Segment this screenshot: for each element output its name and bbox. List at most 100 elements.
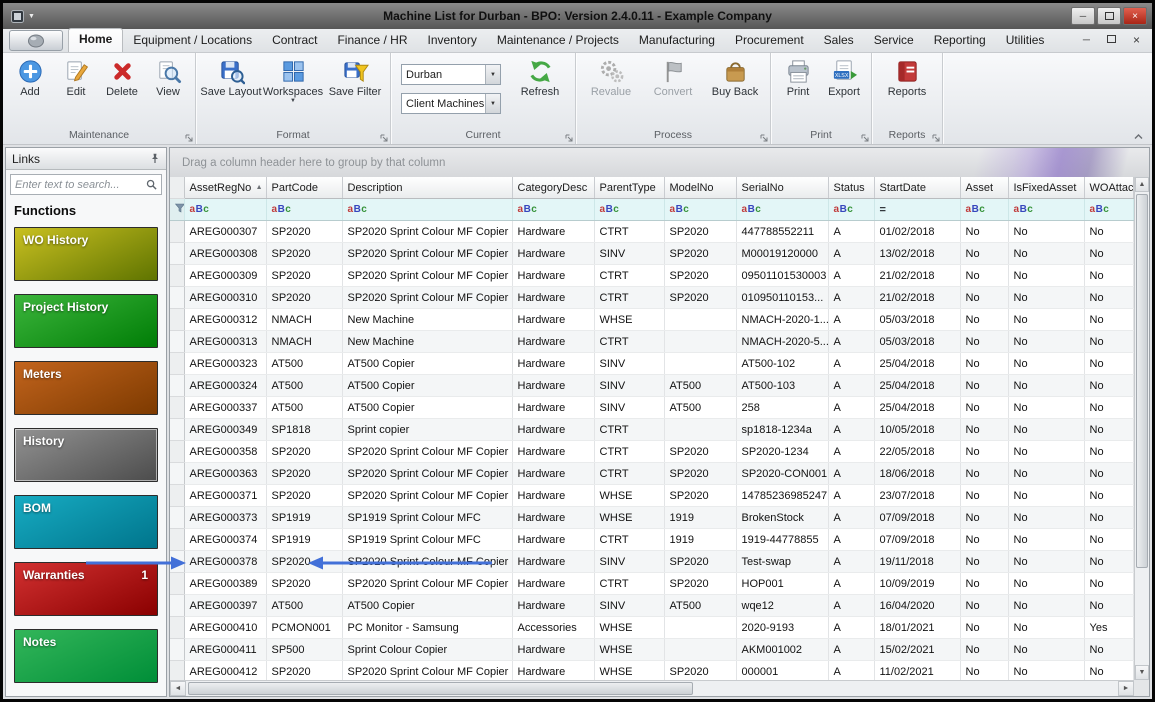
table-row[interactable]: AREG000337 AT500 AT500 Copier Hardware SINV A… [170,396,1134,419]
function-button-meters[interactable]: Meters [14,361,158,415]
delete-button[interactable]: Delete [99,57,145,127]
table-row[interactable]: AREG000363 SP2020 SP2020 Sprint Colour MF … [170,462,1134,485]
tab-inventory[interactable]: Inventory [417,30,486,52]
tab-contract[interactable]: Contract [262,30,327,52]
save-filter-button[interactable]: Save Filter [324,57,386,127]
print-dialog-launcher[interactable] [861,134,869,142]
maintenance-dialog-launcher[interactable] [185,134,193,142]
filter-cell-categorydesc[interactable]: aBc [512,198,595,221]
tab-maintenance-projects[interactable]: Maintenance / Projects [487,30,629,52]
site-combobox[interactable]: Durban ▼ [401,64,501,85]
search-input[interactable] [11,178,146,191]
table-row[interactable]: AREG000374 SP1919 SP1919 Sprint Colour MFC… [170,528,1134,551]
tab-reporting[interactable]: Reporting [924,30,996,52]
table-row[interactable]: AREG000309 SP2020 SP2020 Sprint Colour MF … [170,264,1134,287]
buy-back-button[interactable]: Buy Back [704,57,766,127]
table-row[interactable]: AREG000310 SP2020 SP2020 Sprint Colour MF … [170,286,1134,309]
filter-cell-description[interactable]: aBc [342,198,513,221]
save-layout-button[interactable]: Save Layout [200,57,262,127]
print-button[interactable]: Print [775,57,821,127]
column-header-serialno[interactable]: SerialNo [736,177,829,199]
column-header-modelno[interactable]: ModelNo [664,177,737,199]
search-icon[interactable] [146,179,157,190]
table-row[interactable]: AREG000307 SP2020 SP2020 Sprint Colour MF … [170,220,1134,243]
table-row[interactable]: AREG000324 AT500 AT500 Copier Hardware SINV A… [170,374,1134,397]
table-row[interactable]: AREG000410 PCMON001 PC Monitor - Samsung Ac… [170,616,1134,639]
table-row[interactable]: AREG000411 SP500 Sprint Colour Copier Hardw… [170,638,1134,661]
filter-cell-isfixedasset[interactable]: aBc [1008,198,1085,221]
group-by-panel[interactable]: Drag a column header here to group by th… [170,148,1149,178]
machine-filter-combobox[interactable]: Client Machines ▼ [401,93,501,114]
horizontal-scrollbar[interactable]: ◄ ► [170,680,1134,696]
table-row[interactable]: AREG000358 SP2020 SP2020 Sprint Colour MF … [170,440,1134,463]
table-row[interactable]: AREG000373 SP1919 SP1919 Sprint Colour MFC… [170,506,1134,529]
reports-button[interactable]: Reports [876,57,938,127]
tab-equipment-locations[interactable]: Equipment / Locations [123,30,262,52]
scroll-left-icon[interactable]: ◄ [170,681,186,696]
view-button[interactable]: View [145,57,191,127]
function-button-project-history[interactable]: Project History [14,294,158,348]
pin-icon[interactable] [150,153,160,164]
minimize-window-button[interactable]: ─ [1083,35,1090,46]
vertical-scroll-track[interactable] [1135,192,1149,665]
close-button[interactable]: × [1123,7,1147,25]
scroll-down-icon[interactable]: ▼ [1135,665,1149,680]
function-button-bom[interactable]: BOM [14,495,158,549]
tab-sales[interactable]: Sales [814,30,864,52]
table-row[interactable]: AREG000313 NMACH New Machine Hardware CTRT NM… [170,330,1134,353]
column-header-isfixedasset[interactable]: IsFixedAsset [1008,177,1085,199]
collapse-ribbon-button[interactable] [1133,132,1144,141]
table-row[interactable]: AREG000378 SP2020 SP2020 Sprint Colour MF … [170,550,1134,573]
scroll-up-icon[interactable]: ▲ [1135,177,1149,192]
column-header-woattachme[interactable]: WOAttachme [1084,177,1134,199]
current-dialog-launcher[interactable] [565,134,573,142]
filter-cell-serialno[interactable]: aBc [736,198,829,221]
filter-cell-woattachme[interactable]: aBc [1084,198,1134,221]
column-header-assetregno[interactable]: AssetRegNo ▲ [184,177,267,199]
table-row[interactable]: AREG000323 AT500 AT500 Copier Hardware SINV A… [170,352,1134,375]
filter-cell-partcode[interactable]: aBc [266,198,343,221]
edit-button[interactable]: Edit [53,57,99,127]
add-button[interactable]: Add [7,57,53,127]
column-header-parenttype[interactable]: ParentType [594,177,665,199]
column-header-partcode[interactable]: PartCode [266,177,343,199]
tab-service[interactable]: Service [864,30,924,52]
table-row[interactable]: AREG000389 SP2020 SP2020 Sprint Colour MF … [170,572,1134,595]
filter-cell-modelno[interactable]: aBc [664,198,737,221]
filter-cell-asset[interactable]: aBc [960,198,1009,221]
column-header-startdate[interactable]: StartDate [874,177,961,199]
tab-utilities[interactable]: Utilities [996,30,1055,52]
process-dialog-launcher[interactable] [760,134,768,142]
table-row[interactable]: AREG000308 SP2020 SP2020 Sprint Colour MF … [170,242,1134,265]
app-menu-button[interactable] [9,30,63,51]
function-button-notes[interactable]: Notes [14,629,158,683]
function-button-warranties[interactable]: Warranties 1 [14,562,158,616]
table-row[interactable]: AREG000312 NMACH New Machine Hardware WHSE NM… [170,308,1134,331]
restore-window-button[interactable] [1106,34,1116,46]
horizontal-scroll-thumb[interactable] [188,682,694,695]
maximize-button[interactable] [1097,7,1121,25]
site-combobox-arrow-icon[interactable]: ▼ [485,65,500,84]
tab-manufacturing[interactable]: Manufacturing [629,30,725,52]
tab-finance-hr[interactable]: Finance / HR [327,30,417,52]
column-header-status[interactable]: Status [828,177,875,199]
table-row[interactable]: AREG000412 SP2020 SP2020 Sprint Colour MF … [170,660,1134,680]
quick-access-caret-icon[interactable]: ▼ [28,13,35,20]
vertical-scrollbar[interactable]: ▲ ▼ [1134,177,1149,680]
tab-home[interactable]: Home [68,28,124,52]
horizontal-scroll-track[interactable] [186,681,1118,696]
minimize-button[interactable]: ─ [1071,7,1095,25]
filter-cell-status[interactable]: aBc [828,198,875,221]
vertical-scroll-thumb[interactable] [1136,194,1148,568]
filter-cell-parenttype[interactable]: aBc [594,198,665,221]
table-row[interactable]: AREG000349 SP1818 Sprint copier Hardware CTR… [170,418,1134,441]
filter-cell-assetregno[interactable]: aBc [184,198,267,221]
function-button-history[interactable]: History [14,428,158,482]
scroll-right-icon[interactable]: ► [1118,681,1134,696]
column-header-asset[interactable]: Asset [960,177,1009,199]
machine-filter-combobox-arrow-icon[interactable]: ▼ [485,94,500,113]
refresh-button[interactable]: Refresh [509,57,571,127]
reports-dialog-launcher[interactable] [932,134,940,142]
export-button[interactable]: XLSX Export [821,57,867,127]
column-header-categorydesc[interactable]: CategoryDesc [512,177,595,199]
